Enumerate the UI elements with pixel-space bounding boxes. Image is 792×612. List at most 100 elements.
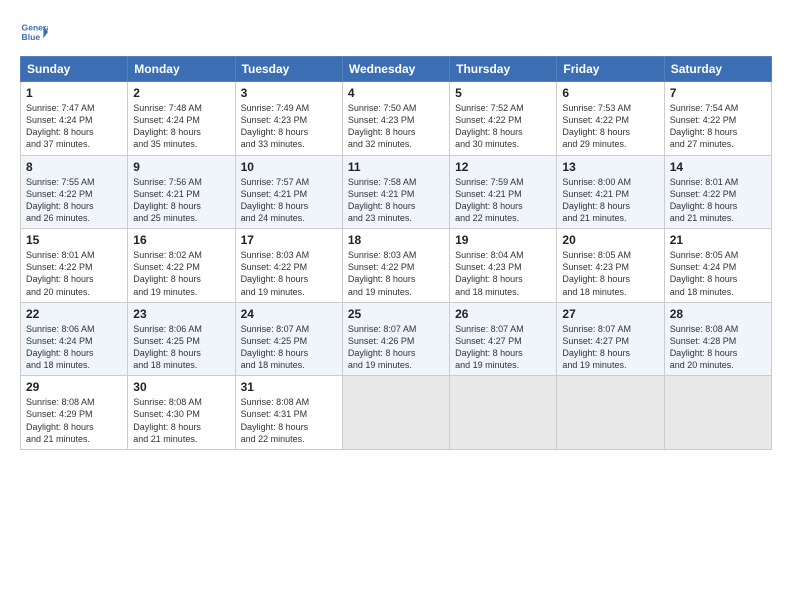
calendar-week-1: 1 Sunrise: 7:47 AM Sunset: 4:24 PM Daylig…: [21, 82, 772, 156]
calendar-table: SundayMondayTuesdayWednesdayThursdayFrid…: [20, 56, 772, 450]
day-info: Sunrise: 7:58 AM Sunset: 4:21 PM Dayligh…: [348, 176, 444, 225]
calendar-day: 28 Sunrise: 8:08 AM Sunset: 4:28 PM Dayli…: [664, 302, 771, 376]
calendar-day: 27 Sunrise: 8:07 AM Sunset: 4:27 PM Dayli…: [557, 302, 664, 376]
day-info: Sunrise: 7:47 AM Sunset: 4:24 PM Dayligh…: [26, 102, 122, 151]
day-number: 21: [670, 233, 766, 247]
calendar-day: 25Sunrise: 8:07 AM Sunset: 4:26 PM Dayli…: [342, 302, 449, 376]
calendar-day: 15 Sunrise: 8:01 AM Sunset: 4:22 PM Dayli…: [21, 229, 128, 303]
calendar-day: 9 Sunrise: 7:56 AM Sunset: 4:21 PM Daylig…: [128, 155, 235, 229]
day-info: Sunrise: 7:52 AM Sunset: 4:22 PM Dayligh…: [455, 102, 551, 151]
calendar-day: [557, 376, 664, 450]
day-info: Sunrise: 8:08 AM Sunset: 4:31 PM Dayligh…: [241, 396, 337, 445]
calendar-day: [450, 376, 557, 450]
day-number: 6: [562, 86, 658, 100]
day-number: 26: [455, 307, 551, 321]
calendar-header-row: SundayMondayTuesdayWednesdayThursdayFrid…: [21, 57, 772, 82]
header-tuesday: Tuesday: [235, 57, 342, 82]
header-sunday: Sunday: [21, 57, 128, 82]
day-number: 11: [348, 160, 444, 174]
day-info: Sunrise: 8:03 AM Sunset: 4:22 PM Dayligh…: [241, 249, 337, 298]
calendar-day: 29 Sunrise: 8:08 AM Sunset: 4:29 PM Dayli…: [21, 376, 128, 450]
day-info: Sunrise: 7:54 AM Sunset: 4:22 PM Dayligh…: [670, 102, 766, 151]
day-number: 9: [133, 160, 229, 174]
calendar-day: 1 Sunrise: 7:47 AM Sunset: 4:24 PM Daylig…: [21, 82, 128, 156]
calendar-week-4: 22 Sunrise: 8:06 AM Sunset: 4:24 PM Dayli…: [21, 302, 772, 376]
day-info: Sunrise: 7:57 AM Sunset: 4:21 PM Dayligh…: [241, 176, 337, 225]
day-info: Sunrise: 8:06 AM Sunset: 4:24 PM Dayligh…: [26, 323, 122, 372]
header-monday: Monday: [128, 57, 235, 82]
day-info: Sunrise: 8:07 AM Sunset: 4:27 PM Dayligh…: [455, 323, 551, 372]
day-number: 3: [241, 86, 337, 100]
calendar-day: 11 Sunrise: 7:58 AM Sunset: 4:21 PM Dayli…: [342, 155, 449, 229]
day-info: Sunrise: 8:08 AM Sunset: 4:28 PM Dayligh…: [670, 323, 766, 372]
day-info: Sunrise: 8:07 AM Sunset: 4:25 PM Dayligh…: [241, 323, 337, 372]
day-info: Sunrise: 8:01 AM Sunset: 4:22 PM Dayligh…: [26, 249, 122, 298]
day-number: 15: [26, 233, 122, 247]
day-info: Sunrise: 8:00 AM Sunset: 4:21 PM Dayligh…: [562, 176, 658, 225]
calendar-day: 23 Sunrise: 8:06 AM Sunset: 4:25 PM Dayli…: [128, 302, 235, 376]
svg-text:Blue: Blue: [22, 32, 41, 42]
calendar-day: 8Sunrise: 7:55 AM Sunset: 4:22 PM Daylig…: [21, 155, 128, 229]
calendar-day: 2Sunrise: 7:48 AM Sunset: 4:24 PM Daylig…: [128, 82, 235, 156]
calendar-day: 5 Sunrise: 7:52 AM Sunset: 4:22 PM Daylig…: [450, 82, 557, 156]
day-info: Sunrise: 8:08 AM Sunset: 4:29 PM Dayligh…: [26, 396, 122, 445]
day-info: Sunrise: 8:04 AM Sunset: 4:23 PM Dayligh…: [455, 249, 551, 298]
day-number: 12: [455, 160, 551, 174]
header-wednesday: Wednesday: [342, 57, 449, 82]
day-number: 19: [455, 233, 551, 247]
calendar-week-2: 8Sunrise: 7:55 AM Sunset: 4:22 PM Daylig…: [21, 155, 772, 229]
calendar-day: 21 Sunrise: 8:05 AM Sunset: 4:24 PM Dayli…: [664, 229, 771, 303]
page-header: General Blue: [20, 18, 772, 46]
logo-icon: General Blue: [20, 18, 48, 46]
day-number: 27: [562, 307, 658, 321]
calendar-day: 4Sunrise: 7:50 AM Sunset: 4:23 PM Daylig…: [342, 82, 449, 156]
calendar-day: 14 Sunrise: 8:01 AM Sunset: 4:22 PM Dayli…: [664, 155, 771, 229]
day-info: Sunrise: 8:06 AM Sunset: 4:25 PM Dayligh…: [133, 323, 229, 372]
calendar-week-3: 15 Sunrise: 8:01 AM Sunset: 4:22 PM Dayli…: [21, 229, 772, 303]
day-info: Sunrise: 7:56 AM Sunset: 4:21 PM Dayligh…: [133, 176, 229, 225]
calendar-day: 24 Sunrise: 8:07 AM Sunset: 4:25 PM Dayli…: [235, 302, 342, 376]
day-number: 14: [670, 160, 766, 174]
day-number: 29: [26, 380, 122, 394]
day-number: 10: [241, 160, 337, 174]
day-info: Sunrise: 8:07 AM Sunset: 4:27 PM Dayligh…: [562, 323, 658, 372]
day-number: 2: [133, 86, 229, 100]
day-number: 17: [241, 233, 337, 247]
calendar-day: 16 Sunrise: 8:02 AM Sunset: 4:22 PM Dayli…: [128, 229, 235, 303]
calendar-day: 13 Sunrise: 8:00 AM Sunset: 4:21 PM Dayli…: [557, 155, 664, 229]
day-number: 22: [26, 307, 122, 321]
calendar-day: 10 Sunrise: 7:57 AM Sunset: 4:21 PM Dayli…: [235, 155, 342, 229]
day-number: 28: [670, 307, 766, 321]
calendar-day: [664, 376, 771, 450]
day-number: 23: [133, 307, 229, 321]
calendar-day: 12Sunrise: 7:59 AM Sunset: 4:21 PM Dayli…: [450, 155, 557, 229]
day-info: Sunrise: 8:01 AM Sunset: 4:22 PM Dayligh…: [670, 176, 766, 225]
day-info: Sunrise: 7:53 AM Sunset: 4:22 PM Dayligh…: [562, 102, 658, 151]
day-number: 1: [26, 86, 122, 100]
calendar-day: [342, 376, 449, 450]
day-number: 31: [241, 380, 337, 394]
day-number: 13: [562, 160, 658, 174]
day-number: 7: [670, 86, 766, 100]
day-number: 5: [455, 86, 551, 100]
header-saturday: Saturday: [664, 57, 771, 82]
calendar-day: 22 Sunrise: 8:06 AM Sunset: 4:24 PM Dayli…: [21, 302, 128, 376]
day-number: 30: [133, 380, 229, 394]
logo: General Blue: [20, 18, 48, 46]
calendar-day: 7 Sunrise: 7:54 AM Sunset: 4:22 PM Daylig…: [664, 82, 771, 156]
day-number: 16: [133, 233, 229, 247]
day-number: 18: [348, 233, 444, 247]
calendar-day: 26 Sunrise: 8:07 AM Sunset: 4:27 PM Dayli…: [450, 302, 557, 376]
day-info: Sunrise: 8:05 AM Sunset: 4:24 PM Dayligh…: [670, 249, 766, 298]
day-info: Sunrise: 7:50 AM Sunset: 4:23 PM Dayligh…: [348, 102, 444, 151]
calendar-day: 6 Sunrise: 7:53 AM Sunset: 4:22 PM Daylig…: [557, 82, 664, 156]
day-info: Sunrise: 8:03 AM Sunset: 4:22 PM Dayligh…: [348, 249, 444, 298]
calendar-day: 30 Sunrise: 8:08 AM Sunset: 4:30 PM Dayli…: [128, 376, 235, 450]
day-number: 24: [241, 307, 337, 321]
day-info: Sunrise: 8:02 AM Sunset: 4:22 PM Dayligh…: [133, 249, 229, 298]
calendar-day: 18 Sunrise: 8:03 AM Sunset: 4:22 PM Dayli…: [342, 229, 449, 303]
day-info: Sunrise: 8:08 AM Sunset: 4:30 PM Dayligh…: [133, 396, 229, 445]
day-info: Sunrise: 8:07 AM Sunset: 4:26 PM Dayligh…: [348, 323, 444, 372]
header-thursday: Thursday: [450, 57, 557, 82]
calendar-day: 19 Sunrise: 8:04 AM Sunset: 4:23 PM Dayli…: [450, 229, 557, 303]
